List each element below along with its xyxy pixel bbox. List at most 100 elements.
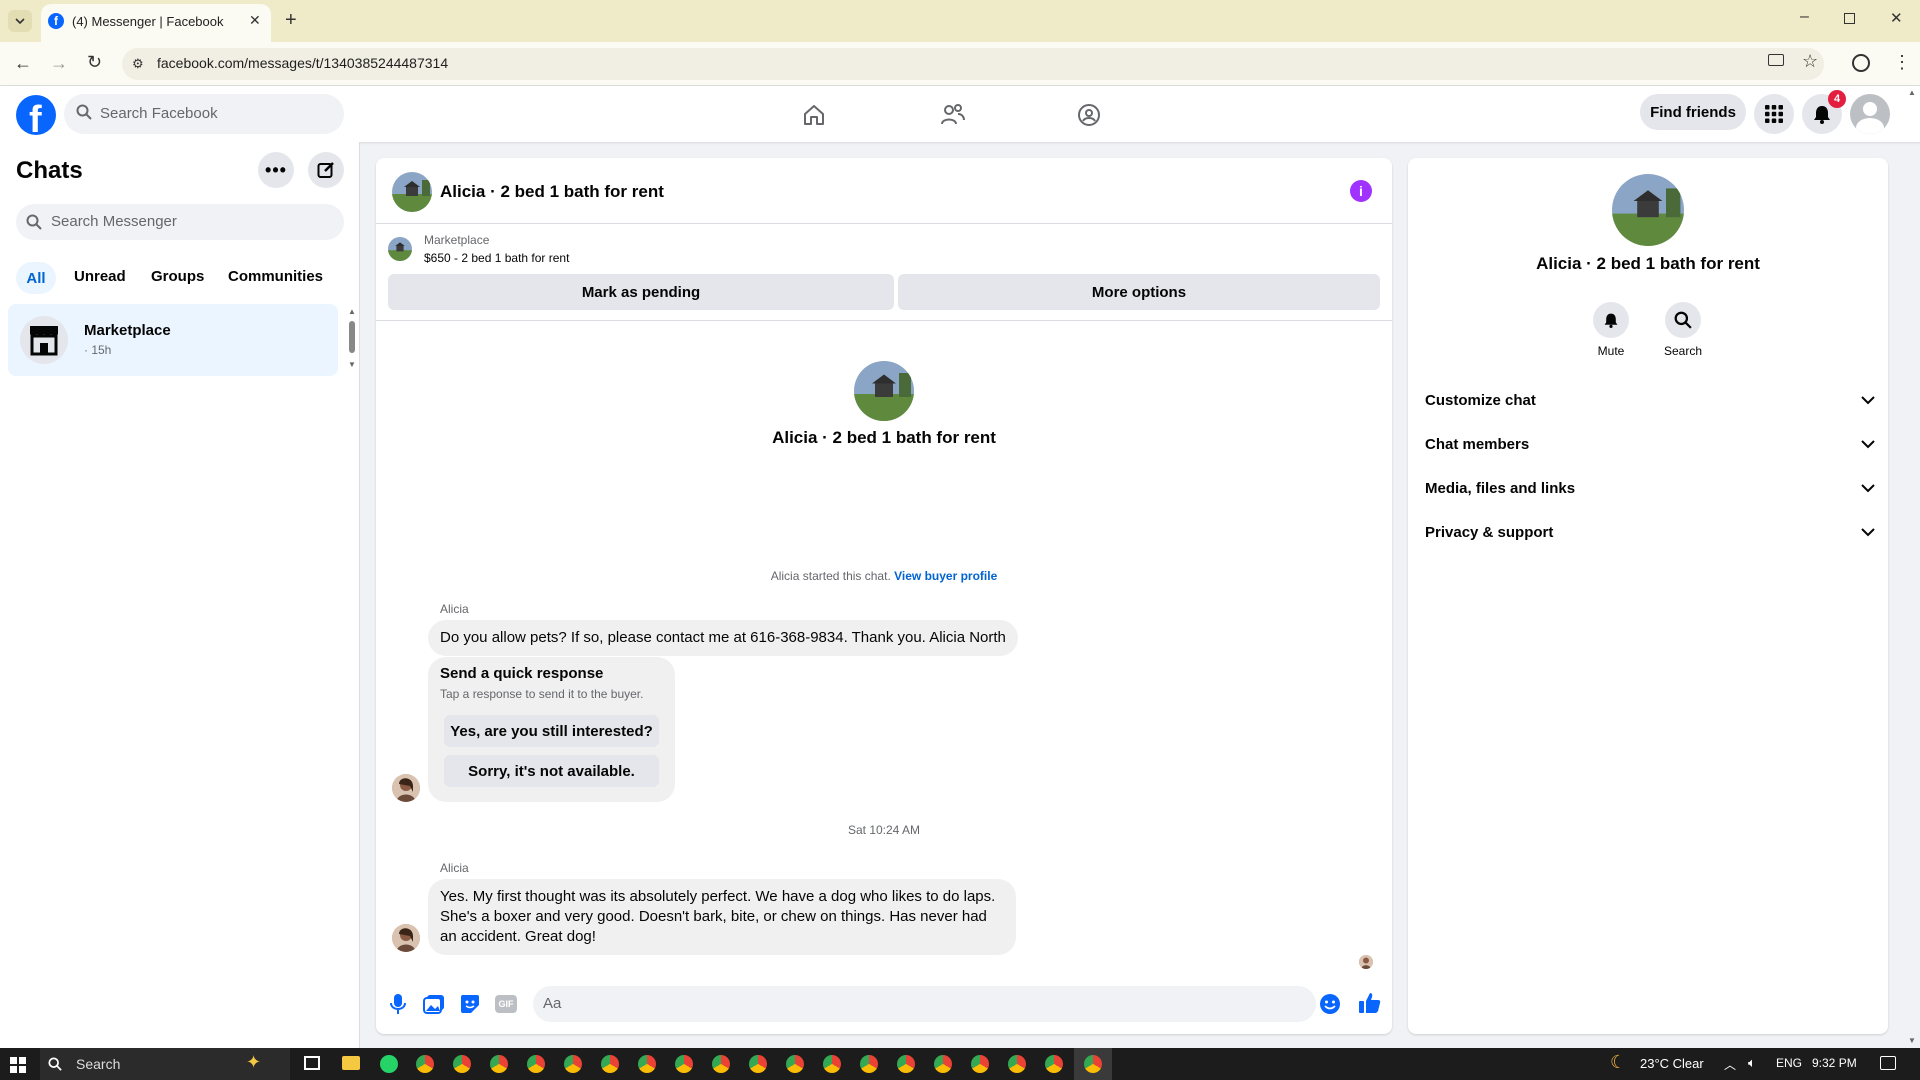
file-explorer-icon[interactable] bbox=[342, 1056, 360, 1070]
privacy-support-row[interactable]: Privacy & support bbox=[1425, 514, 1875, 550]
find-friends-button[interactable]: Find friends bbox=[1640, 94, 1746, 130]
task-view-icon[interactable] bbox=[304, 1056, 320, 1070]
chrome-icon[interactable] bbox=[416, 1055, 434, 1073]
chat-members-row[interactable]: Chat members bbox=[1425, 426, 1875, 462]
chats-options-button[interactable]: ••• bbox=[258, 152, 294, 188]
conversation-title[interactable]: Alicia · 2 bed 1 bath for rent bbox=[440, 182, 664, 202]
chat-started-text: Alicia started this chat. bbox=[770, 569, 891, 583]
message-input[interactable] bbox=[533, 986, 1316, 1022]
window-close-icon[interactable]: ✕ bbox=[1890, 9, 1903, 27]
restore-icon[interactable] bbox=[1844, 13, 1855, 24]
quick-response-option[interactable]: Yes, are you still interested? bbox=[444, 715, 659, 747]
chrome-icon[interactable] bbox=[675, 1055, 693, 1073]
chrome-icon[interactable] bbox=[490, 1055, 508, 1073]
sender-avatar[interactable] bbox=[392, 774, 420, 802]
sidebar-scrollbar[interactable] bbox=[349, 321, 355, 353]
notification-center-icon[interactable] bbox=[1880, 1056, 1896, 1070]
filter-all[interactable]: All bbox=[16, 262, 56, 294]
chrome-icon[interactable] bbox=[971, 1055, 989, 1073]
grid-icon bbox=[1765, 105, 1783, 123]
listing-thumbnail[interactable] bbox=[388, 237, 412, 261]
listing-title[interactable]: $650 - 2 bed 1 bath for rent bbox=[424, 251, 569, 265]
chrome-icon[interactable] bbox=[453, 1055, 471, 1073]
tray-chevron-up-icon[interactable]: ︿ bbox=[1724, 1056, 1736, 1073]
quick-response-title: Send a quick response bbox=[440, 665, 604, 682]
chrome-icon[interactable] bbox=[749, 1055, 767, 1073]
media-files-links-row[interactable]: Media, files and links bbox=[1425, 470, 1875, 506]
thumbs-up-icon[interactable] bbox=[1358, 991, 1382, 1015]
message-bubble[interactable]: Do you allow pets? If so, please contact… bbox=[428, 620, 1018, 656]
mute-button[interactable] bbox=[1593, 302, 1629, 338]
groups-icon[interactable] bbox=[1077, 103, 1101, 127]
chrome-icon[interactable] bbox=[860, 1055, 878, 1073]
conversation-info-icon[interactable]: i bbox=[1350, 180, 1372, 202]
chevron-down-icon bbox=[1861, 395, 1875, 405]
reload-icon[interactable]: ↻ bbox=[87, 52, 102, 73]
chrome-icon[interactable] bbox=[934, 1055, 952, 1073]
back-icon[interactable]: ← bbox=[14, 53, 32, 74]
language-indicator[interactable]: ENG bbox=[1776, 1056, 1802, 1070]
gif-icon[interactable]: GIF bbox=[494, 992, 518, 1016]
page-scroll-up-icon[interactable]: ▲ bbox=[1908, 88, 1916, 97]
view-buyer-profile-link[interactable]: View buyer profile bbox=[894, 569, 997, 583]
tab-list-icon[interactable] bbox=[8, 10, 32, 32]
message-input-placeholder: Aa bbox=[543, 995, 562, 1012]
scroll-up-arrow-icon[interactable]: ▲ bbox=[348, 307, 356, 316]
chevron-down-icon bbox=[1861, 483, 1875, 493]
chrome-icon[interactable] bbox=[638, 1055, 656, 1073]
conversation-avatar[interactable] bbox=[392, 172, 432, 212]
chrome-icon[interactable] bbox=[1084, 1055, 1102, 1073]
copilot-sparkle-icon[interactable]: ✦ bbox=[246, 1052, 261, 1073]
volume-icon[interactable]: 🔈︎ bbox=[1748, 1055, 1756, 1071]
friends-icon[interactable] bbox=[940, 103, 966, 127]
install-app-icon[interactable] bbox=[1768, 54, 1784, 66]
quick-response-option[interactable]: Sorry, it's not available. bbox=[444, 755, 659, 787]
new-tab-icon[interactable]: + bbox=[285, 9, 297, 32]
browser-menu-icon[interactable]: ⋮ bbox=[1893, 52, 1911, 73]
chrome-icon[interactable] bbox=[1045, 1055, 1063, 1073]
sender-avatar[interactable] bbox=[392, 924, 420, 952]
facebook-favicon-icon: f bbox=[48, 13, 64, 29]
menu-grid-button[interactable] bbox=[1754, 94, 1794, 134]
filter-groups[interactable]: Groups bbox=[151, 268, 204, 285]
bookmark-star-icon[interactable]: ☆ bbox=[1802, 51, 1818, 72]
chrome-icon[interactable] bbox=[564, 1055, 582, 1073]
customize-chat-row[interactable]: Customize chat bbox=[1425, 382, 1875, 418]
forward-icon[interactable]: → bbox=[50, 53, 68, 74]
minimize-icon[interactable]: – bbox=[1800, 8, 1809, 26]
message-bubble[interactable]: Yes. My first thought was its absolutely… bbox=[428, 879, 1016, 955]
microphone-icon[interactable] bbox=[386, 992, 410, 1016]
facebook-logo-icon[interactable]: f bbox=[16, 95, 56, 135]
search-conversation-button[interactable] bbox=[1665, 302, 1701, 338]
emoji-icon[interactable] bbox=[1318, 992, 1342, 1016]
account-avatar[interactable] bbox=[1850, 94, 1890, 134]
chrome-icon[interactable] bbox=[897, 1055, 915, 1073]
filter-communities[interactable]: Communities bbox=[228, 268, 323, 285]
intro-avatar[interactable] bbox=[854, 361, 914, 421]
new-message-button[interactable] bbox=[308, 152, 344, 188]
chrome-icon[interactable] bbox=[601, 1055, 619, 1073]
details-avatar[interactable] bbox=[1612, 174, 1684, 246]
site-info-icon[interactable]: ⚙ bbox=[132, 56, 144, 72]
whatsapp-icon[interactable] bbox=[380, 1055, 398, 1073]
tab-close-icon[interactable]: ✕ bbox=[249, 12, 261, 29]
profile-icon[interactable] bbox=[1852, 54, 1870, 72]
home-icon[interactable] bbox=[802, 103, 826, 127]
scroll-down-arrow-icon[interactable]: ▼ bbox=[348, 360, 356, 369]
weather-text[interactable]: 23°C Clear bbox=[1640, 1056, 1704, 1071]
mark-as-pending-button[interactable]: Mark as pending bbox=[388, 274, 894, 310]
chrome-icon[interactable] bbox=[786, 1055, 804, 1073]
chrome-icon[interactable] bbox=[527, 1055, 545, 1073]
photo-icon[interactable] bbox=[422, 992, 446, 1016]
tab-title: (4) Messenger | Facebook bbox=[72, 14, 224, 29]
page-scroll-down-icon[interactable]: ▼ bbox=[1908, 1036, 1916, 1045]
chrome-icon[interactable] bbox=[823, 1055, 841, 1073]
filter-unread[interactable]: Unread bbox=[74, 268, 126, 285]
more-options-button[interactable]: More options bbox=[898, 274, 1380, 310]
windows-start-icon[interactable] bbox=[10, 1057, 26, 1073]
section-label: Media, files and links bbox=[1425, 479, 1576, 497]
clock[interactable]: 9:32 PM bbox=[1812, 1056, 1857, 1070]
chrome-icon[interactable] bbox=[712, 1055, 730, 1073]
sticker-icon[interactable] bbox=[458, 992, 482, 1016]
chrome-icon[interactable] bbox=[1008, 1055, 1026, 1073]
